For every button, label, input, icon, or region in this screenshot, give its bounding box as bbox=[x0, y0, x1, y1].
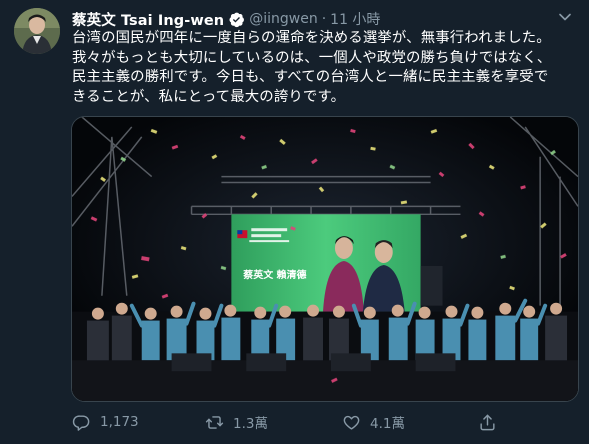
screen-candidate-names: 蔡英文 賴清德 bbox=[242, 268, 306, 281]
share-icon bbox=[478, 413, 506, 432]
tweet-photo[interactable]: 蔡英文 賴清德 bbox=[71, 116, 579, 402]
tweet-text: 台湾の国民が四年に一度自らの運命を決める選挙が、無事行われました。 我々がもっと… bbox=[72, 30, 552, 105]
tweet-actions: 1,173 1.3萬 4.1萬 bbox=[72, 410, 577, 434]
like-count: 4.1萬 bbox=[370, 416, 405, 432]
author-name[interactable]: 蔡英文 Tsai Ing-wen bbox=[72, 9, 224, 30]
reply-count: 1,173 bbox=[100, 414, 139, 430]
share-button[interactable] bbox=[478, 410, 506, 434]
verified-icon bbox=[228, 11, 245, 28]
reply-icon bbox=[72, 413, 100, 432]
tweet-header: 蔡英文 Tsai Ing-wen @iingwen · 11 小時 bbox=[72, 9, 569, 29]
like-button[interactable]: 4.1萬 bbox=[342, 410, 405, 434]
retweet-button[interactable]: 1.3萬 bbox=[205, 410, 268, 434]
chevron-down-icon[interactable] bbox=[555, 7, 575, 27]
reply-button[interactable]: 1,173 bbox=[72, 410, 139, 434]
retweet-icon bbox=[205, 413, 233, 432]
avatar[interactable] bbox=[14, 8, 60, 54]
tweet-timestamp[interactable]: 11 小時 bbox=[330, 9, 380, 29]
tweet: 蔡英文 Tsai Ing-wen @iingwen · 11 小時 台湾の国民が… bbox=[0, 0, 589, 444]
like-icon bbox=[342, 413, 370, 432]
separator-dot: · bbox=[321, 11, 327, 27]
retweet-count: 1.3萬 bbox=[233, 416, 268, 432]
author-handle[interactable]: @iingwen bbox=[249, 11, 317, 27]
